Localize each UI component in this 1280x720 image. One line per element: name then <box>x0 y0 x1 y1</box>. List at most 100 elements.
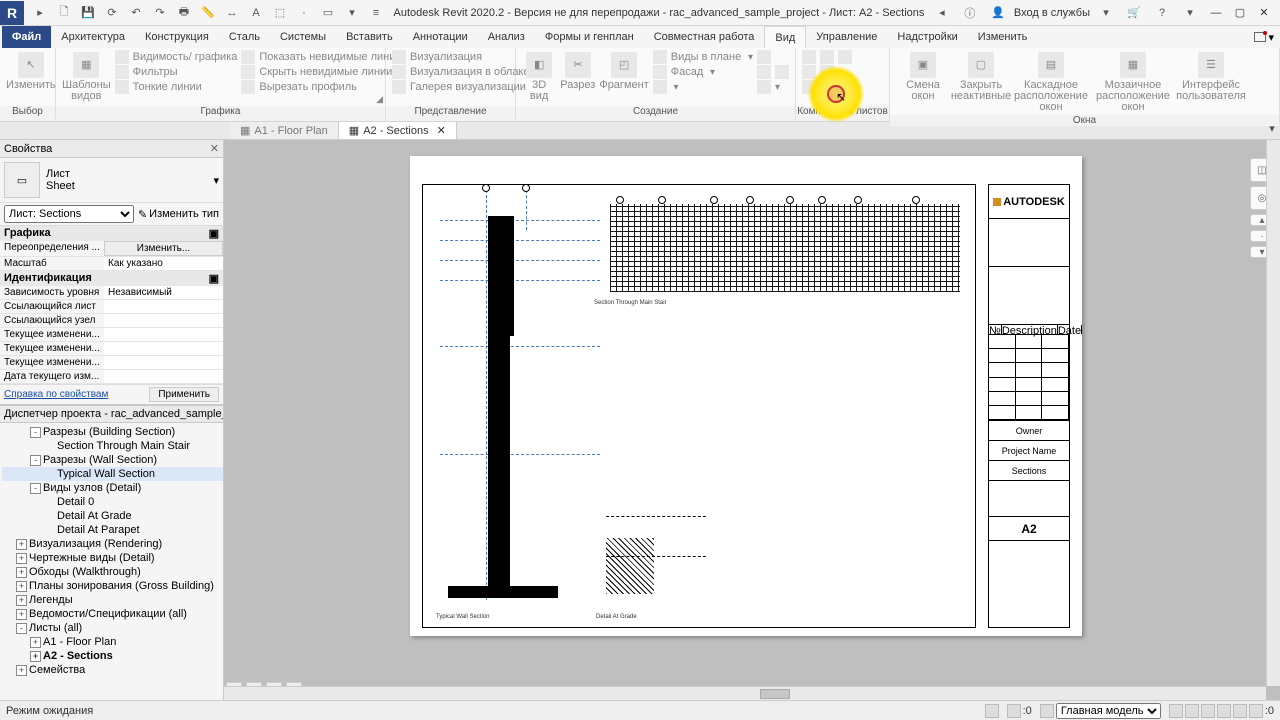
section-grafika[interactable]: Графика▣ <box>0 226 223 241</box>
tree-twisty-icon[interactable]: + <box>16 609 27 620</box>
modify-big-button[interactable]: ↖Изменить <box>6 50 56 91</box>
tree-node[interactable]: +Легенды <box>2 593 223 607</box>
tree-node[interactable]: Typical Wall Section <box>2 467 223 481</box>
tab-insert[interactable]: Вставить <box>336 26 403 48</box>
render-button[interactable]: Визуализация <box>392 50 530 64</box>
help-icon[interactable]: ? <box>1152 3 1172 23</box>
tree-node[interactable]: -Листы (all) <box>2 621 223 635</box>
tab-addins[interactable]: Надстройки <box>887 26 967 48</box>
viewport-section-main-stair[interactable] <box>610 204 960 292</box>
prop-row[interactable]: Зависимость уровняНезависимый <box>0 286 223 300</box>
qa-dim-icon[interactable]: ↔ <box>222 3 242 23</box>
close-icon[interactable]: ✕ <box>437 124 446 137</box>
tree-twisty-icon[interactable]: - <box>30 483 41 494</box>
cascade-button[interactable]: ▤Каскадное расположение окон <box>1012 50 1090 113</box>
prop-row[interactable]: Текущее изменени... <box>0 356 223 370</box>
type-selector[interactable]: ▭ ЛистSheet ▾ <box>0 158 223 203</box>
hidehidden-button[interactable]: Скрыть невидимые линии <box>241 65 401 79</box>
minimize-button[interactable]: — <box>1206 3 1226 23</box>
showhidden-button[interactable]: Показать невидимые линии <box>241 50 401 64</box>
model-selector[interactable]: Главная модель <box>1056 703 1161 719</box>
tree-node[interactable]: +Визуализация (Rendering) <box>2 537 223 551</box>
filters-button[interactable]: Фильтры <box>115 65 238 79</box>
tree-node[interactable]: Detail At Grade <box>2 509 223 523</box>
section-button[interactable]: ✂Разрез <box>560 50 595 91</box>
qa-open-icon[interactable]: ▸ <box>30 3 50 23</box>
rendergallery-button[interactable]: Галерея визуализации <box>392 80 530 94</box>
qa-more2-icon[interactable]: ≡ <box>366 3 386 23</box>
infocenter-icon[interactable]: ⓘ <box>960 3 980 23</box>
titleblock[interactable]: AUTODESK №DescriptionDate Owner Project … <box>988 184 1070 628</box>
h-scrollbar[interactable] <box>224 686 1266 700</box>
sheets-ic2[interactable] <box>802 65 852 79</box>
help-dropdown-icon[interactable]: ▾ <box>1180 3 1200 23</box>
switchwindows-button[interactable]: ▣Смена окон <box>896 50 950 102</box>
create-ic1[interactable] <box>757 50 789 64</box>
tree-twisty-icon[interactable]: + <box>30 637 41 648</box>
tab-modify[interactable]: Изменить <box>968 26 1038 48</box>
tree-twisty-icon[interactable]: + <box>16 539 27 550</box>
tree-twisty-icon[interactable]: + <box>16 567 27 578</box>
tree-node[interactable]: -Разрезы (Wall Section) <box>2 453 223 467</box>
section-ident[interactable]: Идентификация▣ <box>0 271 223 286</box>
qa-3d-icon[interactable]: ⬚ <box>270 3 290 23</box>
cloudrender-button[interactable]: Визуализация в облаке <box>392 65 530 79</box>
drawing-canvas[interactable]: Section Through Main Stair Typical Wall … <box>224 140 1280 700</box>
tab-structure[interactable]: Конструкция <box>135 26 219 48</box>
prop-row[interactable]: Переопределения ...Изменить... <box>0 241 223 257</box>
qa-new-icon[interactable]: 🗋 <box>54 3 74 23</box>
model-icon[interactable] <box>1040 704 1054 718</box>
ribbon-state-dropdown-icon[interactable]: ▾ <box>1268 31 1274 44</box>
maximize-button[interactable]: ▢ <box>1230 3 1250 23</box>
prop-row[interactable]: Дата текущего изм... <box>0 370 223 384</box>
tree-node[interactable]: +Ведомости/Спецификации (all) <box>2 607 223 621</box>
tree-twisty-icon[interactable]: - <box>30 455 41 466</box>
qa-more1-icon[interactable]: ▾ <box>342 3 362 23</box>
3dview-button[interactable]: ◧3D вид <box>522 50 556 102</box>
designopt-icon[interactable] <box>1007 704 1021 718</box>
sb-drag-icon[interactable] <box>1217 704 1231 718</box>
tree-twisty-icon[interactable]: - <box>30 427 41 438</box>
tree-node[interactable]: +Чертежные виды (Detail) <box>2 551 223 565</box>
properties-close-icon[interactable]: ✕ <box>210 142 219 155</box>
sb-face-icon[interactable] <box>1233 704 1247 718</box>
tree-node[interactable]: Detail At Parapet <box>2 523 223 537</box>
tree-node[interactable]: -Разрезы (Building Section) <box>2 425 223 439</box>
prop-row[interactable]: МасштабКак указано <box>0 257 223 271</box>
doc-tab-a1[interactable]: ▦A1 - Floor Plan <box>230 122 339 139</box>
viewport-detail-grade[interactable] <box>606 538 654 594</box>
create-extra-button[interactable]: ▾ <box>653 80 753 94</box>
qa-redo-icon[interactable]: ↷ <box>150 3 170 23</box>
signin-dropdown-icon[interactable]: ▾ <box>1096 3 1116 23</box>
tree-node[interactable]: +Обходы (Walkthrough) <box>2 565 223 579</box>
v-scrollbar[interactable] <box>1266 140 1280 686</box>
edit-type-button[interactable]: ✎Изменить тип <box>138 208 219 221</box>
tree-twisty-icon[interactable]: + <box>16 553 27 564</box>
tab-systems[interactable]: Системы <box>270 26 336 48</box>
callout-button[interactable]: ◰Фрагмент <box>599 50 648 91</box>
tree-twisty-icon[interactable]: - <box>16 623 27 634</box>
sheets-ic1[interactable] <box>802 50 852 64</box>
tab-steel[interactable]: Сталь <box>219 26 270 48</box>
worksets-icon[interactable] <box>985 704 999 718</box>
tree-node[interactable]: +A2 - Sections <box>2 649 223 663</box>
view-templates-button[interactable]: ▦Шаблоны видов <box>62 50 111 102</box>
sb-link-icon[interactable] <box>1185 704 1199 718</box>
tree-twisty-icon[interactable]: + <box>30 651 41 662</box>
qa-undo-icon[interactable]: ↶ <box>126 3 146 23</box>
signin-label[interactable]: Вход в службы <box>1014 7 1090 19</box>
tab-massing[interactable]: Формы и генплан <box>535 26 644 48</box>
tree-node[interactable]: Detail 0 <box>2 495 223 509</box>
tab-file[interactable]: Файл <box>2 26 51 48</box>
tree-twisty-icon[interactable]: + <box>16 665 27 676</box>
instance-selector[interactable]: Лист: Sections <box>4 205 134 223</box>
tree-node[interactable]: -Виды узлов (Detail) <box>2 481 223 495</box>
prop-row[interactable]: Текущее изменени... <box>0 342 223 356</box>
tile-button[interactable]: ▦Мозаичное расположение окон <box>1094 50 1172 113</box>
qa-save-icon[interactable]: 💾 <box>78 3 98 23</box>
ribbon-state-icon[interactable] <box>1254 32 1266 42</box>
sb-select-icon[interactable] <box>1169 704 1183 718</box>
ui-button[interactable]: ☰Интерфейс пользователя <box>1176 50 1246 102</box>
prop-row[interactable]: Ссылающийся лист <box>0 300 223 314</box>
prop-row[interactable]: Текущее изменени... <box>0 328 223 342</box>
